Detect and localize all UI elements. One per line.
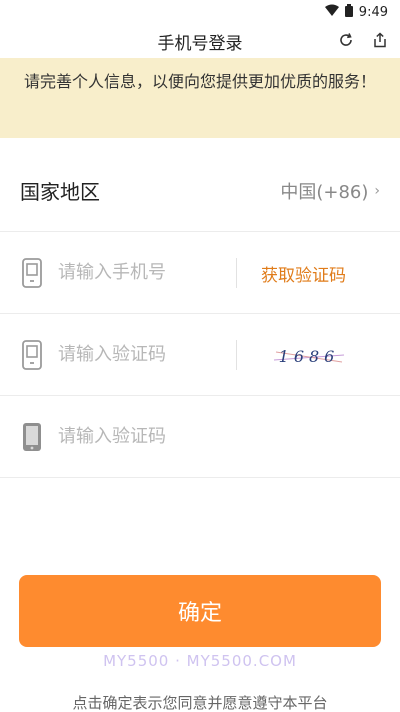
watermark: MY5500 · MY5500.COM (103, 652, 297, 670)
sms-code-row (0, 396, 400, 478)
confirm-wrap: 确定 (19, 575, 381, 647)
country-selector[interactable]: 中国(+86) › (280, 178, 380, 204)
image-code-input[interactable] (58, 344, 228, 365)
nav-bar: 手机号登录 (0, 24, 400, 58)
info-notice: 请完善个人信息，以便向您提供更加优质的服务！ (0, 58, 400, 138)
divider (236, 258, 237, 288)
phone-icon (20, 257, 44, 289)
refresh-icon[interactable] (336, 30, 356, 50)
phone-input[interactable] (58, 262, 228, 283)
phone-row: 获取验证码 (0, 232, 400, 314)
divider (236, 340, 237, 370)
image-code-row: 1686 (0, 314, 400, 396)
captcha-text: 1686 (279, 347, 340, 366)
status-bar: 9:49 (0, 0, 400, 24)
agreement-text: 点击确定表示您同意并愿意遵守本平台 (72, 694, 328, 712)
mobile-phone-icon (20, 421, 44, 453)
country-label: 国家地区 (20, 180, 100, 204)
battery-icon (344, 3, 353, 21)
get-code-button[interactable]: 获取验证码 (261, 232, 346, 314)
page-title: 手机号登录 (157, 33, 243, 54)
confirm-button[interactable]: 确定 (19, 575, 381, 647)
country-value: 中国(+86) (280, 181, 369, 203)
status-time: 9:49 (358, 4, 388, 20)
login-form: 国家地区 中国(+86) › 获取验证码 1686 (0, 150, 400, 478)
country-region-row[interactable]: 国家地区 中国(+86) › (0, 150, 400, 232)
wifi-icon (324, 4, 339, 20)
phone-icon (20, 339, 44, 371)
sms-code-input[interactable] (58, 426, 228, 447)
share-icon[interactable] (370, 30, 390, 50)
captcha-image[interactable]: 1686 (272, 342, 346, 370)
chevron-right-icon: › (374, 182, 380, 199)
